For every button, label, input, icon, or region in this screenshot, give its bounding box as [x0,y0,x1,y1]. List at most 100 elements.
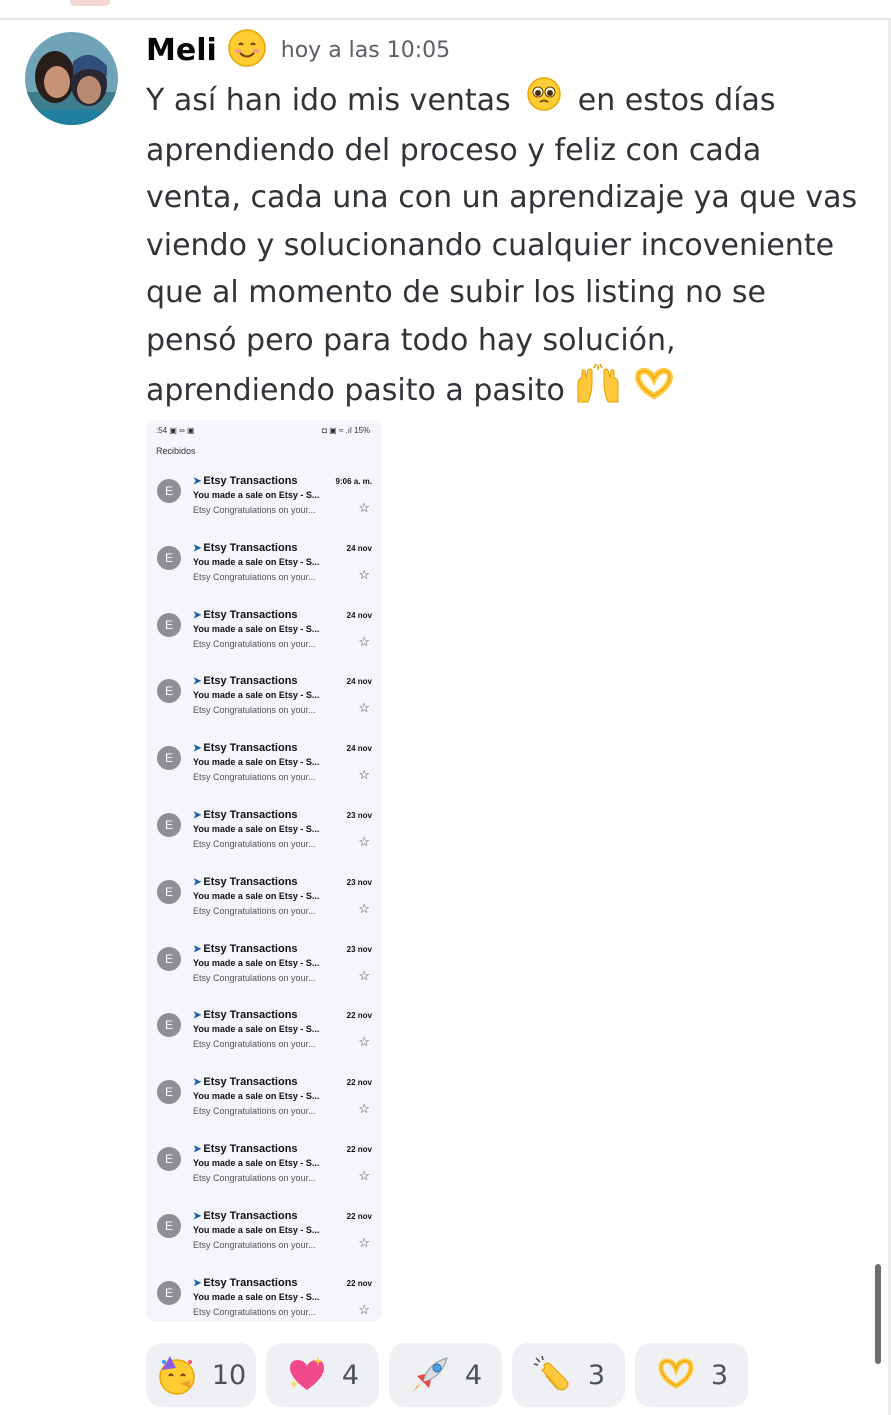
sender-name: Etsy Transactions [203,541,298,554]
message-text: Y así han ido mis ventas [146,82,511,118]
sender-name: Etsy Transactions [203,608,298,621]
email-row[interactable]: E ➤ Etsy Transactions 23 nov You made a sale… [146,806,382,866]
message-line: pensó pero para todo hay solución, [146,322,676,358]
email-preview: Etsy Congratulations on your... [193,839,316,849]
message-header: Meli hoy a las 10:05 [146,28,450,72]
star-icon[interactable]: ☆ [358,767,370,783]
reaction-count: 3 [710,1359,729,1391]
star-icon[interactable]: ☆ [358,634,370,650]
star-icon[interactable]: ☆ [358,1034,370,1050]
reaction-clapping-hands[interactable]: 3 [512,1343,625,1407]
star-icon[interactable]: ☆ [358,901,370,917]
email-row[interactable]: E ➤ Etsy Transactions 22 nov You made a sale… [146,1207,382,1267]
email-preview: Etsy Congratulations on your... [193,1306,316,1317]
email-sender: ➤ Etsy Transactions [193,943,298,955]
email-subject: You made a sale on Etsy - S... [193,1091,320,1102]
message-line: viendo y solucionando cualquier incoveni… [146,227,835,263]
email-sender: ➤ Etsy Transactions [193,876,298,888]
email-date: 24 nov [346,677,372,687]
email-preview: Etsy Congratulations on your... [193,705,316,716]
inbox-title: Recibidos [156,446,196,456]
star-icon[interactable]: ☆ [358,700,370,716]
sender-avatar: E [157,746,181,771]
star-icon[interactable]: ☆ [358,968,370,984]
important-marker-icon: ➤ [193,1077,202,1089]
sender-name: Etsy Transactions [203,1209,298,1222]
email-sender: ➤ Etsy Transactions [193,1143,298,1155]
smiling-face-icon [227,28,267,72]
sender-name: Etsy Transactions [203,875,298,888]
message-line: aprendiendo pasito a pasito [146,363,866,419]
email-date: 24 nov [346,610,372,620]
email-preview: Etsy Congratulations on your... [193,505,316,515]
reaction-partying-face[interactable]: 10 [146,1343,256,1407]
author-name[interactable]: Meli [146,33,217,68]
message-content: Y así han ido mis ventas en estos días a… [146,76,866,419]
email-preview: Etsy Congratulations on your... [193,772,316,783]
star-icon[interactable]: ☆ [358,567,370,583]
email-date: 23 nov [346,811,372,820]
star-icon[interactable]: ☆ [358,1302,370,1318]
email-row[interactable]: E ➤ Etsy Transactions 22 nov You made a sale… [146,1006,382,1066]
important-marker-icon: ➤ [193,1010,202,1022]
star-icon[interactable]: ☆ [358,500,370,516]
email-subject: You made a sale on Etsy - S... [193,757,320,768]
email-sender: ➤ Etsy Transactions [193,1009,298,1021]
reactions-bar: 10 4 4 3 3 [146,1343,758,1407]
sender-avatar: E [157,946,181,971]
email-row[interactable]: E ➤ Etsy Transactions 22 nov You made a sale… [146,1274,382,1322]
email-row[interactable]: E ➤ Etsy Transactions 24 nov You made a sale… [146,606,382,666]
image-attachment[interactable]: :54 ▣ ∞ ▣ ◘ ▣ ≈ .ıl 15% Recibidos E ➤ Etsy… [146,420,382,1322]
sender-avatar: E [157,679,181,704]
email-row[interactable]: E ➤ Etsy Transactions 9:06 a. m. You made a … [146,472,382,532]
important-marker-icon: ➤ [193,1144,202,1155]
star-icon[interactable]: ☆ [358,1235,370,1251]
star-icon[interactable]: ☆ [358,834,370,850]
email-row[interactable]: E ➤ Etsy Transactions 23 nov You made a sale… [146,940,382,1000]
reaction-count: 3 [587,1359,606,1391]
sender-avatar: E [157,1147,181,1171]
email-preview: Etsy Congratulations on your... [193,972,316,983]
email-row[interactable]: E ➤ Etsy Transactions 24 nov You made a sale… [146,539,382,599]
star-icon[interactable]: ☆ [358,1101,370,1117]
email-date: 22 nov [346,1211,372,1221]
reaction-rocket[interactable]: 4 [389,1343,502,1407]
message-line: que al momento de subir los listing no s… [146,275,766,310]
sender-avatar: E [157,813,181,837]
sender-name: Etsy Transactions [203,809,298,821]
email-date: 23 nov [346,877,372,887]
reaction-count: 4 [341,1359,360,1391]
email-sender: ➤ Etsy Transactions [193,742,298,754]
email-date: 22 nov [346,1011,372,1021]
important-marker-icon: ➤ [193,743,202,755]
email-preview: Etsy Congratulations on your... [193,571,316,582]
heart-hands-icon [632,366,676,417]
reaction-sparkling-heart[interactable]: 4 [266,1343,379,1407]
email-row[interactable]: E ➤ Etsy Transactions 22 nov You made a sale… [146,1140,382,1200]
sender-avatar: E [157,1213,181,1238]
email-row[interactable]: E ➤ Etsy Transactions 22 nov You made a sale… [146,1073,382,1133]
important-marker-icon: ➤ [193,810,202,821]
reaction-heart-hands[interactable]: 3 [635,1343,748,1407]
important-marker-icon: ➤ [193,676,202,688]
sender-avatar: E [157,612,181,637]
email-preview: Etsy Congratulations on your... [193,1173,316,1183]
email-subject: You made a sale on Etsy - S... [193,957,320,968]
email-row[interactable]: E ➤ Etsy Transactions 24 nov You made a sale… [146,672,382,732]
sender-name: Etsy Transactions [203,742,298,755]
sender-avatar: E [157,545,181,570]
sender-name: Etsy Transactions [203,942,298,955]
message-timestamp[interactable]: hoy a las 10:05 [281,38,450,63]
scrollbar-thumb[interactable] [875,1264,881,1364]
email-row[interactable]: E ➤ Etsy Transactions 24 nov You made a sale… [146,739,382,799]
email-sender: ➤ Etsy Transactions [193,609,298,621]
star-icon[interactable]: ☆ [358,1168,370,1184]
avatar[interactable] [25,32,118,125]
sender-avatar: E [157,479,181,503]
rocket-icon [409,1354,451,1396]
email-row[interactable]: E ➤ Etsy Transactions 23 nov You made a sale… [146,873,382,933]
message-line: Y así han ido mis ventas en estos días [146,76,866,127]
email-sender: ➤ Etsy Transactions [193,1277,298,1289]
email-date: 22 nov [346,1145,372,1154]
email-sender: ➤ Etsy Transactions [193,1076,298,1088]
